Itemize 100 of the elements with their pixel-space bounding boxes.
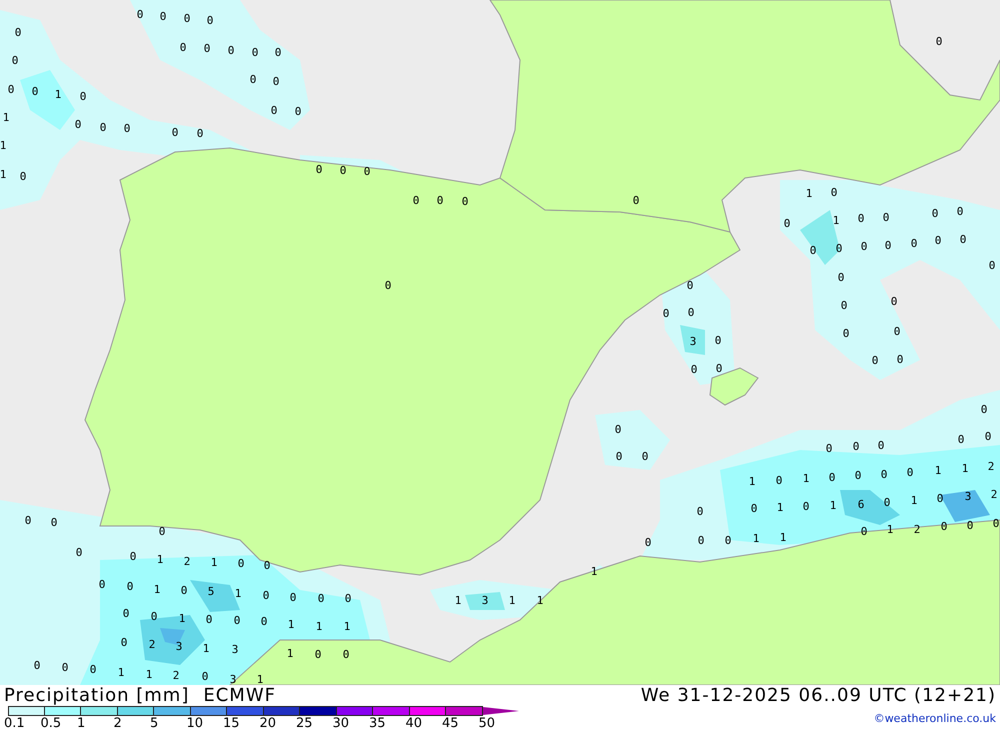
precipitation-value: 0 — [614, 424, 622, 436]
precipitation-value: 0 — [642, 451, 648, 463]
precipitation-value: 0 — [688, 307, 694, 319]
scale-tick-label: 35 — [369, 716, 387, 731]
precipitation-value: 0 — [860, 241, 868, 253]
precipitation-value: 0 — [14, 27, 22, 39]
precipitation-value: 0 — [784, 218, 790, 230]
precipitation-value: 1 — [962, 463, 968, 475]
precipitation-value: 0 — [274, 47, 282, 59]
precipitation-value: 0 — [136, 9, 144, 21]
precipitation-value: 0 — [980, 404, 988, 416]
scale-tick-label: 0.1 — [4, 716, 26, 731]
precipitation-value: 0 — [896, 354, 904, 366]
precipitation-value: 3 — [482, 595, 488, 607]
precipitation-value: 0 — [314, 649, 322, 661]
precipitation-value: 0 — [228, 45, 234, 57]
precipitation-value: 0 — [202, 671, 208, 683]
precipitation-value: 1 — [178, 613, 186, 625]
precipitation-value: 0 — [932, 208, 938, 220]
precipitation-value: 0 — [462, 196, 468, 208]
precipitation-value: 0 — [122, 608, 130, 620]
precipitation-value: 0 — [76, 547, 82, 559]
precipitation-value: 0 — [294, 106, 302, 118]
precipitation-value: 0 — [436, 195, 444, 207]
scale-tick-label: 15 — [223, 716, 241, 731]
precipitation-value: 1 — [344, 621, 350, 633]
precipitation-value: 0 — [840, 300, 848, 312]
precipitation-value: 1 — [54, 89, 62, 101]
scale-tick-label: 1 — [77, 716, 86, 731]
precipitation-value: 0 — [12, 55, 18, 67]
precipitation-value: 1 — [288, 619, 294, 631]
precipitation-value: 0 — [826, 443, 832, 455]
precipitation-value: 0 — [884, 240, 892, 252]
precipitation-value: 0 — [984, 431, 992, 443]
precipitation-value: 0 — [662, 308, 670, 320]
precipitation-value: 1 — [806, 188, 812, 200]
scale-tick-label: 2 — [114, 716, 123, 731]
precipitation-value: 1 — [316, 621, 322, 633]
precipitation-value: 0 — [206, 614, 212, 626]
precipitation-value: 1 — [286, 648, 294, 660]
precipitation-value: 2 — [990, 489, 998, 501]
precipitation-value: 1 — [154, 584, 160, 596]
precipitation-value: 0 — [124, 123, 130, 135]
precipitation-value: 0 — [234, 615, 240, 627]
precipitation-value: 3 — [232, 644, 238, 656]
precipitation-value: 0 — [936, 493, 944, 505]
precipitation-value: 0 — [854, 470, 862, 482]
valid-time: We 31-12-2025 06..09 UTC (12+21) — [640, 685, 996, 706]
precipitation-value: 1 — [886, 524, 894, 536]
precipitation-value: 0 — [204, 43, 210, 55]
precipitation-value: 3 — [964, 491, 972, 503]
precipitation-value: 0 — [714, 335, 722, 347]
precipitation-value: 0 — [882, 212, 890, 224]
precipitation-value: 0 — [260, 616, 268, 628]
precipitation-value: 0 — [90, 664, 96, 676]
precipitation-value: 0 — [184, 13, 190, 25]
precipitation-value: 0 — [180, 585, 188, 597]
precipitation-value: 0 — [344, 593, 352, 605]
legend-title: Precipitation [mm] — [4, 685, 190, 706]
precipitation-value: 0 — [910, 238, 918, 250]
precipitation-value: 1 — [146, 669, 152, 681]
precipitation-value: 1 — [830, 500, 836, 512]
precipitation-value: 0 — [960, 234, 966, 246]
precipitation-value: 2 — [184, 556, 190, 568]
precipitation-value: 0 — [776, 475, 782, 487]
precipitation-value: 0 — [616, 451, 622, 463]
precipitation-value: 1 — [156, 554, 164, 566]
precipitation-value: 0 — [872, 355, 878, 367]
precipitation-value: 0 — [98, 579, 106, 591]
precipitation-value: 0 — [644, 537, 652, 549]
precipitation-value: 1 — [256, 674, 264, 685]
model-name: ECMWF — [203, 685, 276, 706]
precipitation-value: 0 — [272, 76, 280, 88]
precipitation-value: 1 — [2, 112, 10, 124]
precipitation-value: 1 — [118, 667, 124, 679]
precipitation-value: 2 — [914, 524, 920, 536]
precipitation-value: 0 — [890, 296, 898, 308]
precipitation-value: 0 — [852, 441, 860, 453]
precipitation-value: 0 — [252, 47, 258, 59]
scale-arrow-icon — [482, 706, 518, 716]
precipitation-value: 0 — [196, 128, 204, 140]
precipitation-value: 1 — [748, 476, 756, 488]
precipitation-value: 0 — [8, 84, 14, 96]
precipitation-value: 0 — [342, 649, 350, 661]
scale-tick-label: 10 — [186, 716, 204, 731]
precipitation-value: 0 — [940, 521, 948, 533]
precipitation-value: 0 — [988, 260, 996, 272]
precipitation-value: 0 — [690, 364, 698, 376]
precipitation-value: 0 — [858, 213, 864, 225]
precipitation-value: 0 — [936, 36, 942, 48]
precipitation-value: 0 — [74, 119, 82, 131]
precipitation-value: 1 — [934, 465, 942, 477]
precipitation-value: 3 — [230, 674, 236, 685]
precipitation-value: 0 — [130, 551, 136, 563]
scale-tick-label: 45 — [442, 716, 460, 731]
precipitation-value: 0 — [120, 637, 128, 649]
precipitation-value: 0 — [158, 526, 166, 538]
precipitation-value: 0 — [828, 472, 836, 484]
precipitation-value: 1 — [508, 595, 516, 607]
precipitation-value: 2 — [172, 670, 180, 682]
